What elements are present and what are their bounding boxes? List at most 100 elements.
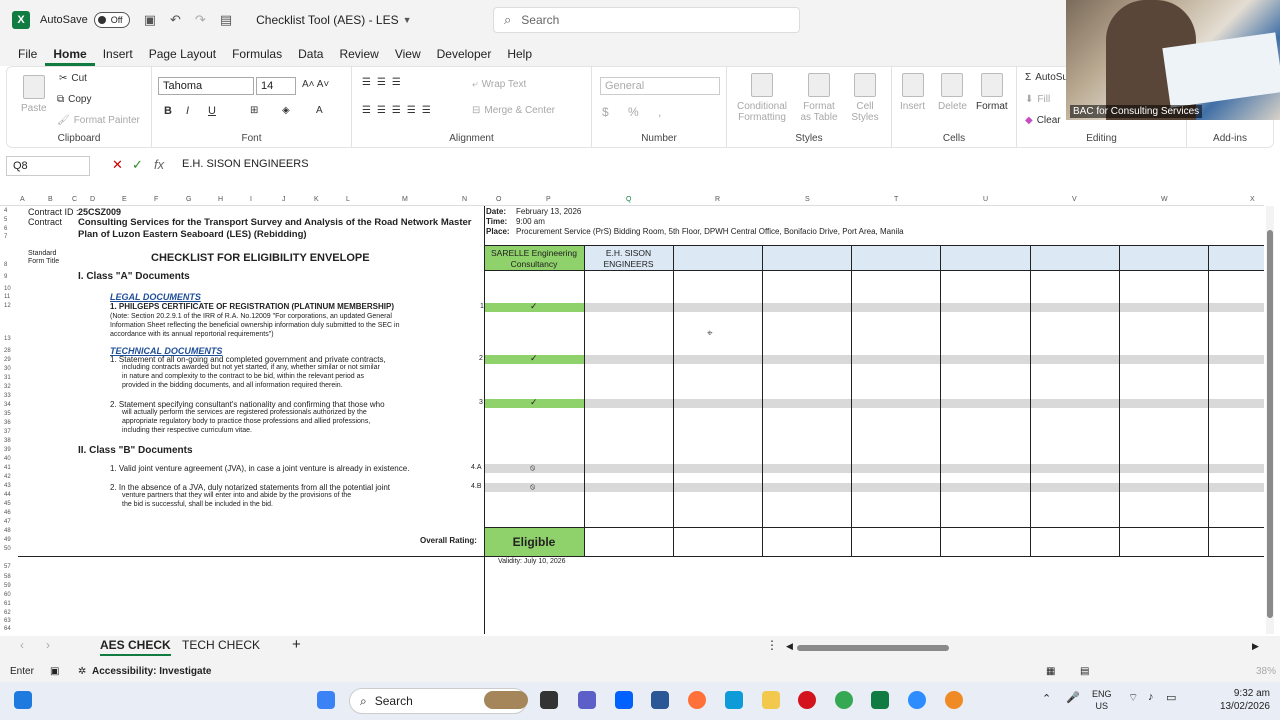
name-box[interactable]: Q8 — [6, 156, 90, 176]
tab-insert[interactable]: Insert — [95, 47, 141, 66]
horizontal-scrollbar-thumb[interactable] — [797, 645, 949, 651]
format-painter-button[interactable]: 🖌 Format Painter — [57, 115, 140, 126]
delete-cells-button[interactable]: Delete — [938, 73, 967, 112]
scroll-tabs-left-icon[interactable]: ‹ — [20, 638, 24, 652]
format-as-table-button[interactable]: Format as Table — [797, 73, 841, 123]
row-header[interactable]: 47 — [4, 519, 11, 525]
row-header[interactable]: 8 — [4, 262, 7, 268]
col-header-m[interactable]: M — [402, 196, 408, 203]
col-header-x[interactable]: X — [1250, 196, 1255, 203]
borders-icon[interactable]: ⊞ — [250, 105, 258, 116]
excel-icon[interactable] — [871, 691, 889, 709]
row-header[interactable]: 33 — [4, 393, 11, 399]
col-header-q[interactable]: Q — [626, 196, 631, 203]
row-header[interactable]: 31 — [4, 375, 11, 381]
col-header-h[interactable]: H — [218, 196, 223, 203]
wrap-text-button[interactable]: ⤶ Wrap Text — [472, 79, 526, 90]
fill-color-icon[interactable]: ◈ — [282, 105, 290, 116]
italic-button[interactable]: I — [186, 105, 189, 117]
macro-record-icon[interactable]: ▣ — [50, 666, 59, 677]
speaker-icon[interactable]: ♪ — [1148, 691, 1154, 703]
clear-button[interactable]: ◆ Clear — [1025, 115, 1061, 126]
customize-qat-icon[interactable]: ▤ — [220, 12, 232, 28]
tab-formulas[interactable]: Formulas — [224, 47, 290, 66]
tab-home[interactable]: Home — [45, 47, 95, 66]
row-header[interactable]: 39 — [4, 447, 11, 453]
scroll-left-icon[interactable]: ◀ — [786, 641, 793, 652]
format-cells-button[interactable]: Format — [976, 73, 1008, 112]
col-header-t[interactable]: T — [894, 196, 898, 203]
row-header[interactable]: 35 — [4, 411, 11, 417]
battery-icon[interactable]: ▭ — [1166, 691, 1176, 704]
tab-options-icon[interactable]: ⋮ — [766, 638, 778, 652]
task-view-icon[interactable] — [540, 691, 558, 709]
scrollbar-thumb[interactable] — [1267, 230, 1273, 618]
col-header-g[interactable]: G — [186, 196, 191, 203]
row-header[interactable]: 57 — [4, 564, 11, 570]
cut-button[interactable]: ✂ Cut — [59, 73, 87, 84]
row-header[interactable]: 60 — [4, 592, 11, 598]
row-header[interactable]: 36 — [4, 420, 11, 426]
row-header[interactable]: 5 — [4, 217, 7, 223]
col-header-c[interactable]: C — [72, 196, 77, 203]
opera-icon[interactable] — [798, 691, 816, 709]
cell-styles-button[interactable]: Cell Styles — [847, 73, 883, 123]
chrome-icon[interactable] — [835, 691, 853, 709]
tab-review[interactable]: Review — [331, 47, 386, 66]
row-header[interactable]: 37 — [4, 429, 11, 435]
app-icon[interactable] — [945, 691, 963, 709]
row-header[interactable]: 9 — [4, 274, 7, 280]
sheet-tab-aes-check[interactable]: AES CHECK — [100, 638, 171, 656]
notepad-icon[interactable] — [725, 691, 743, 709]
redo-icon[interactable]: ↷ — [195, 12, 206, 28]
col-header-l[interactable]: L — [346, 196, 350, 203]
row-header[interactable]: 13 — [4, 336, 11, 342]
system-clock[interactable]: 9:32 am 13/02/2026 — [1220, 687, 1270, 713]
col-header-w[interactable]: W — [1161, 196, 1168, 203]
accessibility-status[interactable]: Accessibility: Investigate — [92, 666, 212, 677]
row-header[interactable]: 58 — [4, 574, 11, 580]
row-header[interactable]: 41 — [4, 465, 11, 471]
zoom-icon[interactable] — [908, 691, 926, 709]
chevron-up-icon[interactable]: ⌃ — [1042, 692, 1051, 705]
bold-button[interactable]: B — [164, 105, 172, 117]
search-input[interactable]: ⌕ Search — [493, 7, 800, 33]
row-header[interactable]: 30 — [4, 366, 11, 372]
font-size-select[interactable]: 14 — [256, 77, 296, 95]
word-icon[interactable] — [651, 691, 669, 709]
fill-button[interactable]: ⬇ Fill — [1025, 94, 1050, 105]
row-header[interactable]: 62 — [4, 610, 11, 616]
normal-view-icon[interactable]: ▦ — [1046, 666, 1055, 677]
scroll-right-icon[interactable]: ▶ — [1252, 641, 1259, 652]
row-header[interactable]: 59 — [4, 583, 11, 589]
col-header-r[interactable]: R — [715, 196, 720, 203]
enter-icon[interactable]: ✓ — [132, 157, 143, 173]
col-header-v[interactable]: V — [1072, 196, 1077, 203]
row-header[interactable]: 42 — [4, 474, 11, 480]
microphone-icon[interactable]: 🎤 — [1066, 691, 1080, 704]
number-format-icons[interactable]: $ % , — [602, 105, 669, 119]
col-header-n[interactable]: N — [462, 196, 467, 203]
row-header[interactable]: 7 — [4, 234, 7, 240]
firefox-icon[interactable] — [688, 691, 706, 709]
col-header-i[interactable]: I — [250, 196, 252, 203]
row-header[interactable]: 50 — [4, 546, 11, 552]
autosave-toggle[interactable]: Off — [93, 12, 130, 28]
row-header[interactable]: 6 — [4, 226, 7, 232]
row-header[interactable]: 12 — [4, 303, 11, 309]
col-header-s[interactable]: S — [805, 196, 810, 203]
row-header[interactable]: 49 — [4, 537, 11, 543]
row-header[interactable]: 43 — [4, 483, 11, 489]
formula-input[interactable]: E.H. SISON ENGINEERS — [182, 158, 309, 170]
underline-button[interactable]: U — [208, 105, 216, 117]
row-header[interactable]: 44 — [4, 492, 11, 498]
row-header[interactable]: 38 — [4, 438, 11, 444]
tab-data[interactable]: Data — [290, 47, 331, 66]
wifi-icon[interactable]: ⌔ — [1128, 691, 1138, 705]
tab-file[interactable]: File — [10, 47, 45, 66]
dropbox-icon[interactable] — [615, 691, 633, 709]
row-header[interactable]: 28 — [4, 348, 11, 354]
col-header-k[interactable]: K — [314, 196, 319, 203]
copy-button[interactable]: ⧉ Copy — [57, 94, 92, 105]
paste-button[interactable]: Paste — [21, 75, 47, 114]
